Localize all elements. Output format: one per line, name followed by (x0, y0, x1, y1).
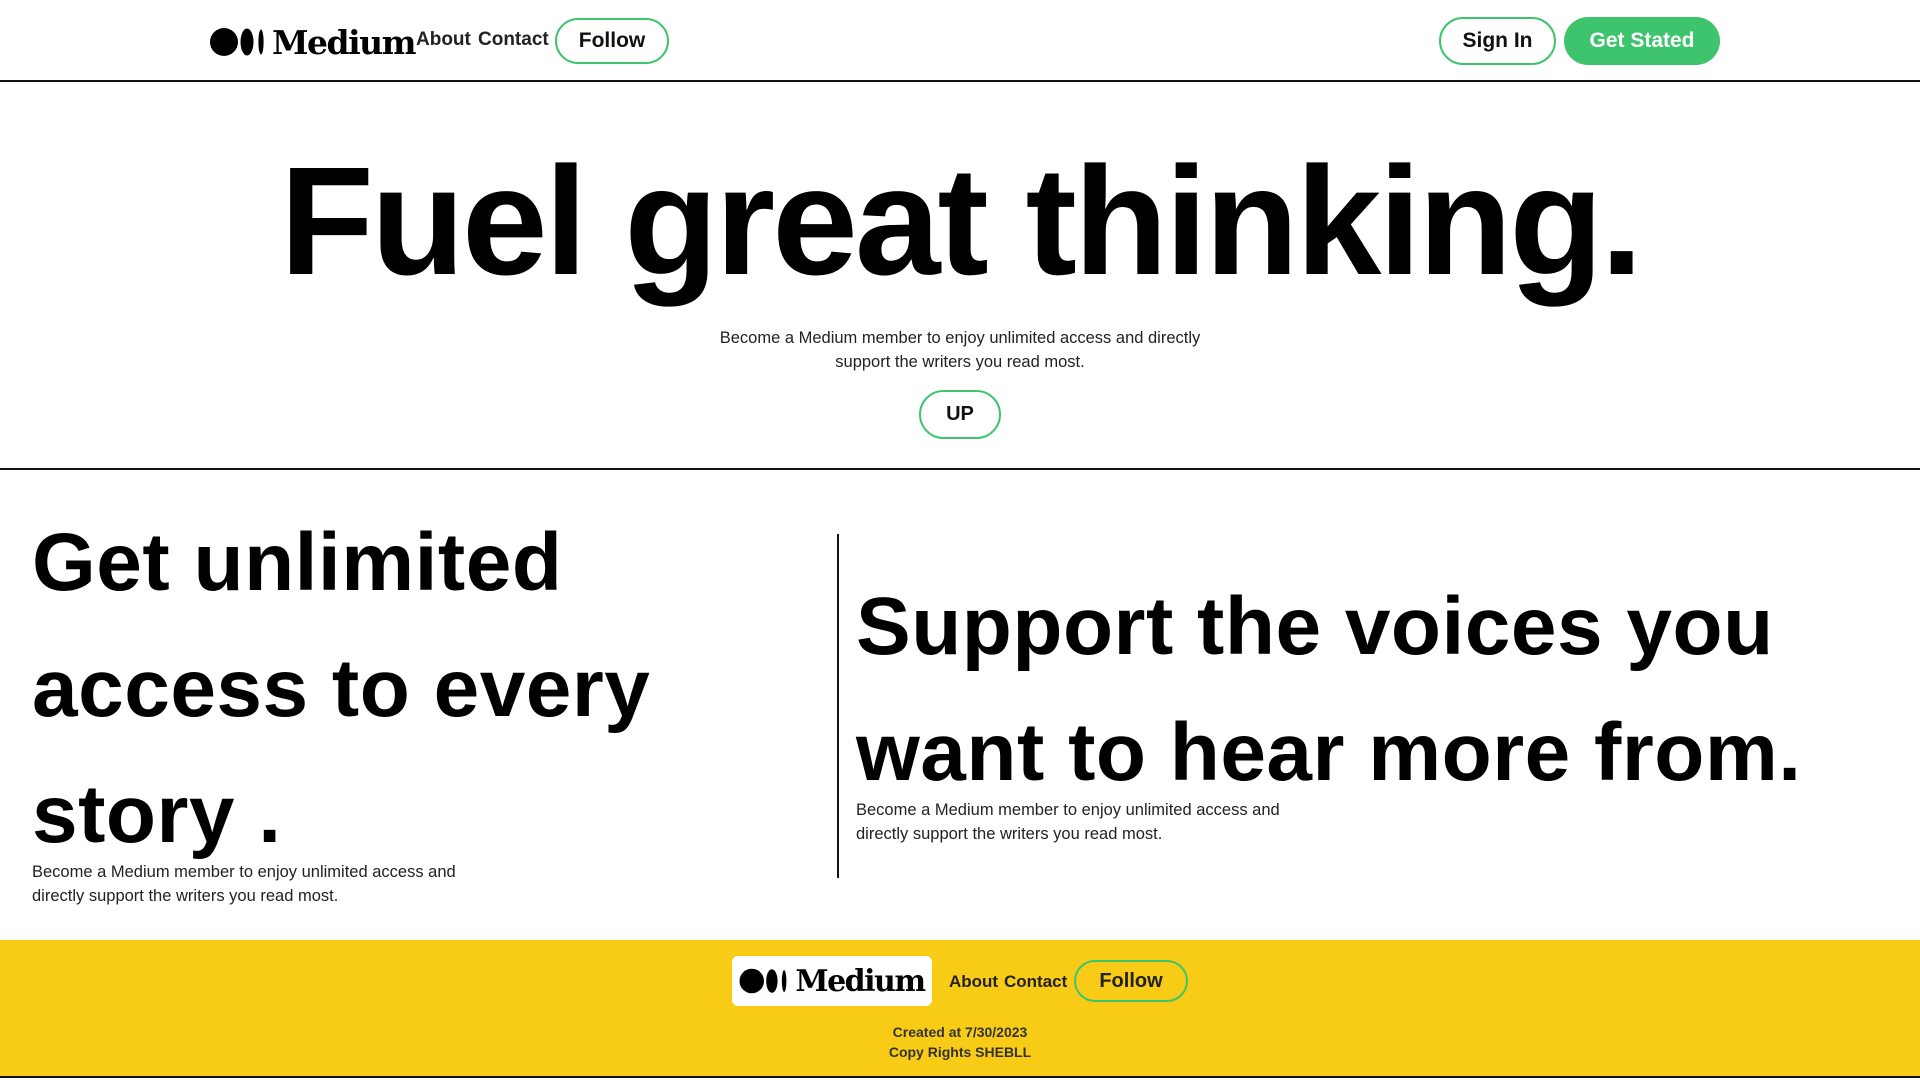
footer-logo-wordmark: Medium (795, 963, 926, 999)
hero-description: Become a Medium member to enjoy unlimite… (719, 329, 1201, 371)
footer: Medium About Contact Follow Created at 7… (0, 940, 1920, 1078)
feature-right-description: Become a Medium member to enjoy unlimite… (856, 801, 1280, 843)
nav-contact-link[interactable]: Contact (478, 29, 549, 51)
medium-logo-icon (210, 28, 264, 56)
sign-in-button[interactable]: Sign In (1439, 17, 1556, 65)
footer-follow-button[interactable]: Follow (1074, 960, 1188, 1002)
footer-contact-link[interactable]: Contact (1004, 972, 1067, 992)
nav-about-link[interactable]: About (416, 29, 471, 51)
footer-created-date: Created at 7/30/2023 (892, 1024, 1028, 1040)
hero-section: Fuel great thinking. Become a Medium mem… (0, 84, 1920, 470)
footer-medium-logo[interactable]: Medium (732, 956, 932, 1006)
feature-left-title: Get unlimited access to every story . (32, 517, 651, 860)
feature-left-description: Become a Medium member to enjoy unlimite… (32, 863, 456, 905)
follow-button[interactable]: Follow (555, 18, 669, 64)
medium-logo-icon (739, 968, 787, 994)
footer-about-link[interactable]: About (949, 972, 998, 992)
footer-copyright: Copy Rights SHEBLL (888, 1044, 1032, 1060)
get-started-button[interactable]: Get Stated (1564, 17, 1720, 65)
hero-up-button[interactable]: UP (919, 390, 1001, 439)
feature-right-title: Support the voices you want to hear more… (856, 581, 1802, 798)
hero-title: Fuel great thinking. (279, 135, 1643, 307)
medium-logo[interactable]: Medium (210, 22, 417, 62)
top-navbar: Medium About Contact Follow Sign In Get … (0, 0, 1920, 82)
logo-wordmark: Medium (272, 22, 417, 62)
vertical-divider (837, 534, 839, 878)
